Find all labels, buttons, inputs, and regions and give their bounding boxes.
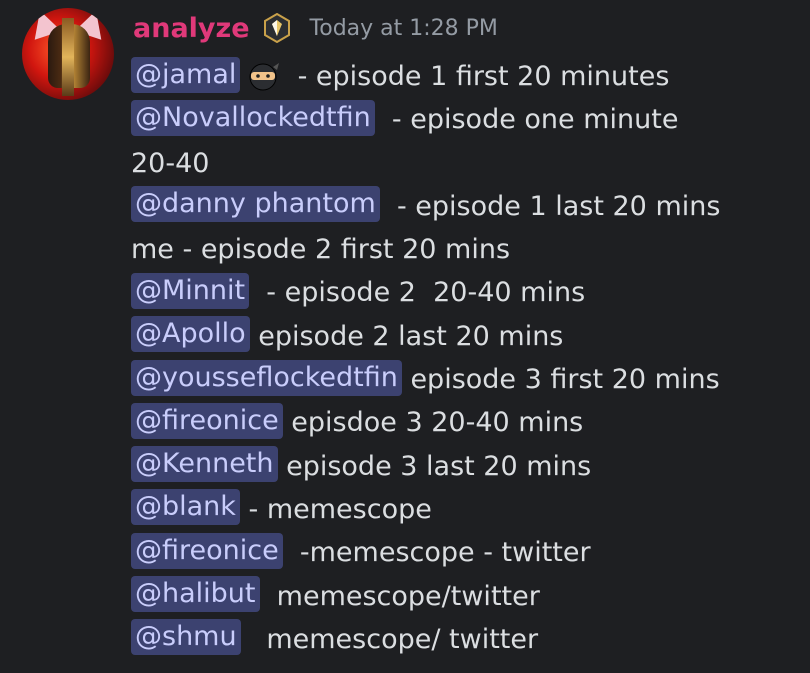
message-text: memescope/ twitter: [240, 623, 539, 655]
user-mention[interactable]: @Novallockedtfin: [131, 99, 375, 136]
user-mention[interactable]: @Apollo: [131, 316, 250, 353]
message-line: @fireonice episdoe 3 20-40 mins: [131, 400, 801, 443]
user-mention[interactable]: @Kenneth: [131, 446, 278, 483]
username[interactable]: analyze: [133, 13, 250, 44]
message-text: 20-40: [131, 147, 210, 179]
message-text: episode 2 last 20 mins: [249, 320, 564, 352]
user-mention[interactable]: @shmu: [131, 619, 241, 656]
user-mention[interactable]: @Minnit: [131, 272, 250, 309]
message-line: me - episode 2 first 20 mins: [131, 227, 801, 270]
user-mention[interactable]: @jamal: [131, 56, 241, 93]
user-mention[interactable]: @fireonice: [131, 402, 283, 439]
message-text: episdoe 3 20-40 mins: [282, 407, 584, 439]
user-mention[interactable]: @halibut: [131, 576, 260, 613]
message-text: - memescope: [239, 493, 432, 525]
message-content: @jamal - episode 1 first 20 minutes @Nova…: [131, 54, 801, 660]
message-line: @Apollo episode 2 last 20 mins: [131, 314, 801, 357]
user-mention[interactable]: @danny phantom: [131, 186, 380, 223]
user-mention[interactable]: @fireonice: [131, 532, 283, 569]
message-line: 20-40: [131, 141, 801, 184]
message-header: analyze Today at 1:28 PM: [133, 8, 498, 48]
chat-message: analyze Today at 1:28 PM @jamal - episod…: [0, 0, 810, 673]
message-text: - episode 1 first 20 minutes: [280, 60, 670, 92]
message-line: @yousseflockedtfin episode 3 first 20 mi…: [131, 357, 801, 400]
message-text: - episode 2 20-40 mins: [249, 277, 586, 309]
avatar-accent: [62, 18, 74, 96]
ninja-emoji-icon: [246, 58, 280, 92]
message-text: memescope/twitter: [259, 580, 540, 612]
message-text: episode 3 first 20 mins: [401, 363, 720, 395]
message-text: - episode one minute: [374, 104, 679, 136]
message-line: @shmu memescope/ twitter: [131, 617, 801, 660]
user-mention[interactable]: @blank: [131, 489, 240, 526]
message-line: @danny phantom - episode 1 last 20 mins: [131, 184, 801, 227]
user-mention[interactable]: @yousseflockedtfin: [131, 359, 402, 396]
message-text: -memescope - twitter: [282, 537, 591, 569]
message-text: episode 3 last 20 mins: [277, 450, 592, 482]
guild-tag-icon[interactable]: [263, 12, 290, 44]
user-avatar[interactable]: [22, 8, 114, 100]
message-line: @jamal - episode 1 first 20 minutes: [131, 54, 801, 97]
message-timestamp[interactable]: Today at 1:28 PM: [310, 16, 498, 41]
message-line: @halibut memescope/twitter: [131, 574, 801, 617]
message-text: me - episode 2 first 20 mins: [131, 234, 511, 266]
message-text: - episode 1 last 20 mins: [379, 190, 721, 222]
message-line: @Novallockedtfin - episode one minute: [131, 97, 801, 140]
message-line: @Kenneth episode 3 last 20 mins: [131, 444, 801, 487]
message-line: @fireonice -memescope - twitter: [131, 530, 801, 573]
message-line: @Minnit - episode 2 20-40 mins: [131, 270, 801, 313]
message-line: @blank - memescope: [131, 487, 801, 530]
